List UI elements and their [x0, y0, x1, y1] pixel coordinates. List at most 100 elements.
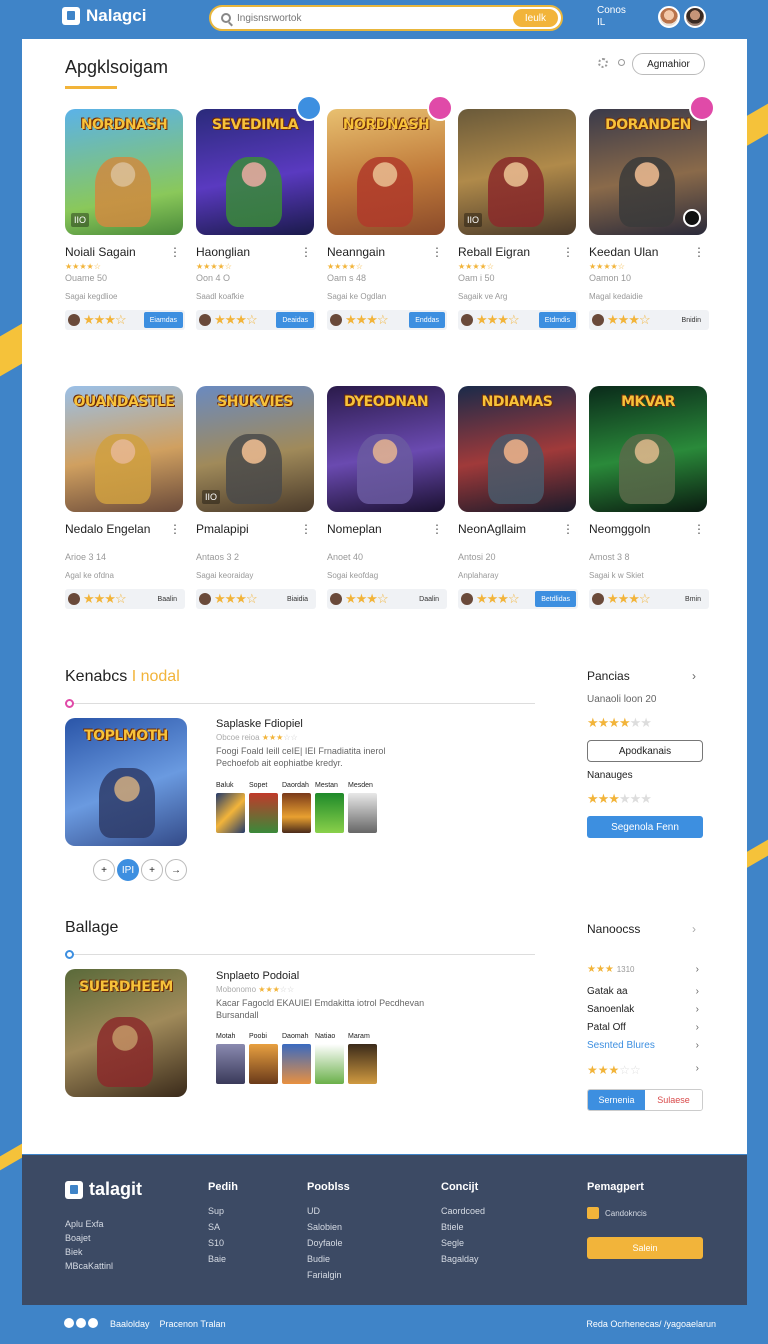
game-thumbnail[interactable]: MKVAR — [589, 386, 707, 512]
game-action-button[interactable]: Biaidia — [281, 591, 314, 607]
footer-link[interactable]: Bagalday — [441, 1251, 485, 1267]
game-card[interactable]: NDIAMAS NeonAgllaim ⋮ Antosi 20 Anplaharay ★★… — [458, 386, 578, 609]
sidebar-link[interactable]: Sanoenlak › — [587, 1004, 699, 1015]
game-action-button[interactable]: Bmin — [679, 591, 707, 607]
screenshot-thumb[interactable] — [315, 1044, 344, 1084]
user-avatar[interactable] — [684, 6, 706, 28]
more-menu-icon[interactable]: ⋮ — [169, 245, 181, 259]
featured-game-name[interactable]: Saplaske Fdiopiel — [216, 718, 303, 730]
game-title[interactable]: Keedan Ulan ⋮ — [589, 245, 709, 259]
game-action-button[interactable]: Bnidin — [676, 312, 707, 328]
screenshot-thumb[interactable] — [216, 793, 245, 833]
game-card[interactable]: DYEODNAN Nomeplan ⋮ Anoet 40 Sogai keofdag ★★… — [327, 386, 447, 609]
footer-link[interactable]: SA — [208, 1219, 238, 1235]
split-button-left[interactable]: Sernenia — [588, 1090, 645, 1110]
footer-link[interactable]: Doyfaole — [307, 1235, 350, 1251]
screenshot-thumb[interactable] — [348, 793, 377, 833]
footer-link[interactable]: UD — [307, 1203, 350, 1219]
footer-link[interactable]: MBcaKattinl — [65, 1259, 113, 1273]
footer-link[interactable]: Boajet — [65, 1231, 113, 1245]
game-action-button[interactable]: Baalin — [152, 591, 183, 607]
footer-link[interactable]: Biek — [65, 1245, 113, 1259]
footer-link[interactable]: Btiele — [441, 1219, 485, 1235]
game-thumbnail[interactable]: DORANDEN — [589, 109, 707, 235]
checkbox-icon[interactable] — [587, 1207, 599, 1219]
game-title[interactable]: NeonAgllaim ⋮ — [458, 522, 578, 536]
game-title[interactable]: Neomggoln ⋮ — [589, 522, 709, 536]
primary-button[interactable]: Segenola Fenn — [587, 816, 703, 838]
chevron-right-icon[interactable]: › — [696, 1004, 699, 1015]
screenshot-thumb[interactable] — [249, 793, 278, 833]
newsletter-button[interactable]: Salein — [587, 1237, 703, 1259]
game-title[interactable]: Pmalapipi ⋮ — [196, 522, 316, 536]
search-input[interactable] — [237, 12, 507, 24]
screenshot-thumb[interactable] — [282, 1044, 311, 1084]
account-menu[interactable]: Conos IL — [597, 5, 626, 29]
user-avatar[interactable] — [658, 6, 680, 28]
game-action-button[interactable]: Daalin — [413, 591, 445, 607]
game-card[interactable]: MKVAR Neomggoln ⋮ Amost 3 8 Sagai k w Skiet ★… — [589, 386, 709, 609]
game-title[interactable]: Nomeplan ⋮ — [327, 522, 447, 536]
game-thumbnail[interactable]: IIO — [458, 109, 576, 235]
featured-game-image[interactable]: TOPLMOTH — [65, 718, 187, 846]
sidebar-link[interactable]: Patal Off › — [587, 1022, 699, 1033]
pager-button[interactable]: + — [93, 859, 115, 881]
pager-button[interactable]: IPI — [117, 859, 139, 881]
game-title[interactable]: Nedalo Engelan ⋮ — [65, 522, 185, 536]
pager-button[interactable]: + — [141, 859, 163, 881]
game-card[interactable]: OUANDASTLE Nedalo Engelan ⋮ Arioe 3 14 Agal … — [65, 386, 185, 609]
more-menu-icon[interactable]: ⋮ — [300, 522, 312, 536]
section-action-button[interactable]: Agmahior — [632, 53, 705, 75]
game-title[interactable]: Reball Eigran ⋮ — [458, 245, 578, 259]
footer-brand[interactable]: talagit — [65, 1179, 142, 1200]
brand-logo[interactable]: Nalagci — [62, 6, 146, 26]
game-thumbnail[interactable]: DYEODNAN — [327, 386, 445, 512]
more-menu-icon[interactable]: ⋮ — [431, 522, 443, 536]
featured-game-name[interactable]: Snplaeto Podoial — [216, 970, 299, 982]
newsletter-checkbox[interactable]: Candokncis — [587, 1207, 703, 1219]
game-action-button[interactable]: Deaidas — [276, 312, 314, 328]
more-menu-icon[interactable]: ⋮ — [169, 522, 181, 536]
game-card[interactable]: SEVEDIMLA Haonglian ⋮ ★★★★☆ Oon 4 O Saadl koa… — [196, 95, 322, 330]
game-thumbnail[interactable]: NDIAMAS — [458, 386, 576, 512]
chevron-right-icon[interactable]: › — [692, 669, 696, 683]
footer-link[interactable]: Segle — [441, 1235, 485, 1251]
search-button[interactable]: Ieulk — [512, 9, 558, 27]
circle-icon[interactable] — [618, 59, 625, 66]
game-action-button[interactable]: Enddas — [409, 312, 445, 328]
more-menu-icon[interactable]: ⋮ — [431, 245, 443, 259]
chevron-right-icon[interactable]: › — [696, 964, 699, 975]
game-card[interactable]: DORANDEN Keedan Ulan ⋮ ★★★★☆ Oamon 10 Magal k… — [589, 95, 715, 330]
chevron-right-icon[interactable]: › — [692, 922, 696, 936]
footer-link[interactable]: Sup — [208, 1203, 238, 1219]
chevron-right-icon[interactable]: › — [696, 986, 699, 997]
game-action-button[interactable]: Betdlidas — [535, 591, 576, 607]
pager-button[interactable]: → — [165, 859, 187, 881]
game-thumbnail[interactable]: NORDNASH — [327, 109, 445, 235]
screenshot-thumb[interactable] — [216, 1044, 245, 1084]
more-menu-icon[interactable]: ⋮ — [693, 245, 705, 259]
game-title[interactable]: Haonglian ⋮ — [196, 245, 316, 259]
game-card[interactable]: NORDNASH Neanngain ⋮ ★★★★☆ Oam s 48 Sagai ke … — [327, 95, 453, 330]
footer-link[interactable]: Caordcoed — [441, 1203, 485, 1219]
social-icons[interactable] — [64, 1318, 100, 1330]
outline-button[interactable]: Apodkanais — [587, 740, 703, 762]
game-action-button[interactable]: Etdmdis — [538, 312, 576, 328]
game-thumbnail[interactable]: OUANDASTLE — [65, 386, 183, 512]
screenshot-thumb[interactable] — [315, 793, 344, 833]
game-card[interactable]: IIO Reball Eigran ⋮ ★★★★☆ Oam i 50 Sagaik ve … — [458, 109, 578, 330]
footer-link[interactable]: Salobien — [307, 1219, 350, 1235]
game-title[interactable]: Noiali Sagain ⋮ — [65, 245, 185, 259]
screenshot-thumb[interactable] — [348, 1044, 377, 1084]
footer-link[interactable]: Aplu Exfa — [65, 1217, 113, 1231]
more-menu-icon[interactable]: ⋮ — [562, 245, 574, 259]
game-card[interactable]: SHUKVIES IIO Pmalapipi ⋮ Antaos 3 2 Sagai keo… — [196, 386, 316, 609]
record-icon[interactable] — [683, 209, 701, 227]
chevron-right-icon[interactable]: › — [696, 1040, 699, 1051]
footer-link[interactable]: Baie — [208, 1251, 238, 1267]
featured-game-image[interactable]: SUERDHEEM — [65, 969, 187, 1097]
game-action-button[interactable]: Eiamdas — [143, 312, 183, 328]
footer-link[interactable]: S10 — [208, 1235, 238, 1251]
split-button-right[interactable]: Sulaese — [645, 1090, 702, 1110]
game-thumbnail[interactable]: NORDNASH IIO — [65, 109, 183, 235]
